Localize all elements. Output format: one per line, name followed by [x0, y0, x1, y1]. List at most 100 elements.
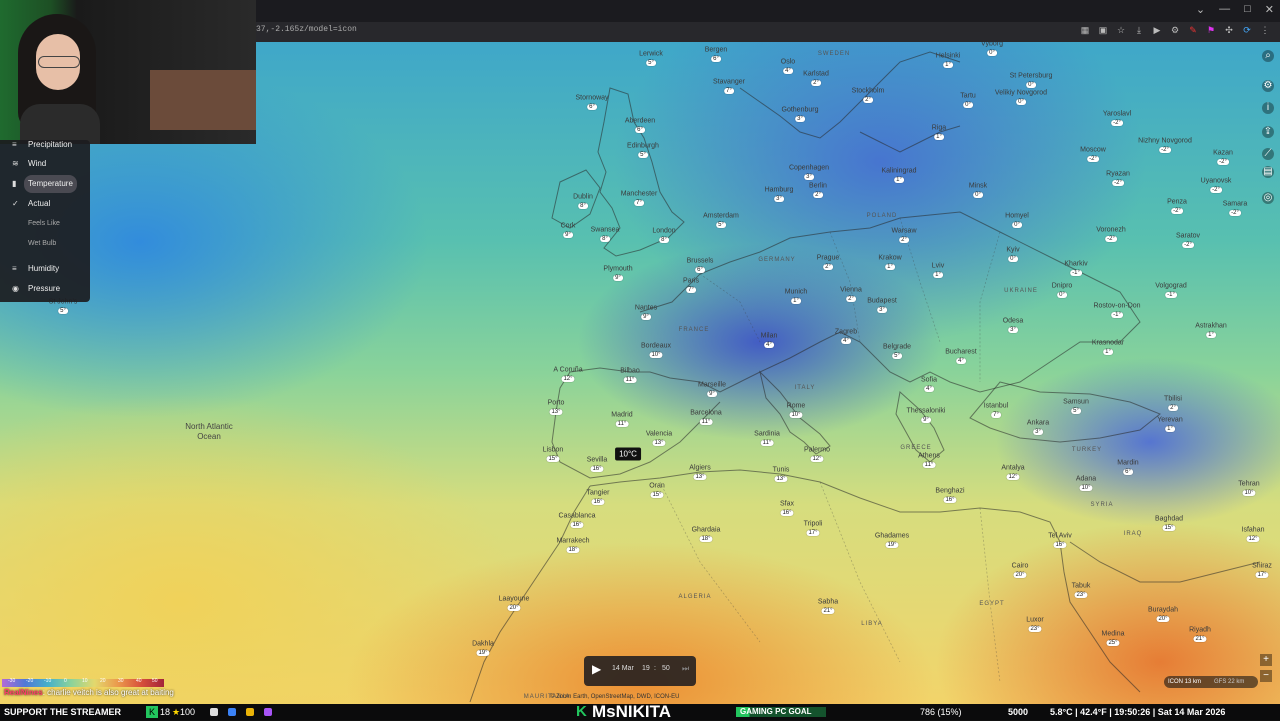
city-label[interactable]: Laayoune	[499, 596, 530, 603]
city-temperature-badge[interactable]: 0°	[1026, 82, 1036, 88]
city-label[interactable]: Ghardaia	[692, 527, 721, 534]
city-temperature-badge[interactable]: 6°	[587, 104, 597, 110]
city-label[interactable]: Belgrade	[883, 344, 911, 351]
city-temperature-badge[interactable]: 1°	[943, 62, 953, 68]
city-temperature-badge[interactable]: 0°	[1008, 256, 1018, 262]
city-label[interactable]: Porto	[548, 400, 565, 407]
city-temperature-badge[interactable]: 6°	[635, 127, 645, 133]
folder-icon[interactable]	[246, 708, 254, 716]
minimize-button[interactable]: —	[1219, 3, 1230, 16]
city-label[interactable]: Bilbao	[620, 368, 639, 375]
city-label[interactable]: Benghazi	[935, 488, 964, 495]
city-label[interactable]: Homyel	[1005, 213, 1029, 220]
city-label[interactable]: Odesa	[1003, 318, 1024, 325]
city-label[interactable]: Ghadames	[875, 533, 909, 540]
city-label[interactable]: Swansea	[591, 227, 620, 234]
city-temperature-badge[interactable]: 13°	[693, 474, 707, 480]
city-temperature-badge[interactable]: 15°	[650, 492, 664, 498]
city-label[interactable]: Cairo	[1012, 563, 1029, 570]
city-temperature-badge[interactable]: 5°	[716, 222, 726, 228]
city-label[interactable]: Zagreb	[835, 329, 857, 336]
city-temperature-badge[interactable]: 16°	[943, 497, 957, 503]
city-label[interactable]: Lerwick	[639, 51, 663, 58]
city-temperature-badge[interactable]: 11°	[699, 419, 713, 425]
city-temperature-badge[interactable]: -2°	[1112, 180, 1124, 186]
city-label[interactable]: Tel Aviv	[1048, 533, 1072, 540]
city-label[interactable]: Astrakhan	[1195, 323, 1227, 330]
city-temperature-badge[interactable]: 2°	[846, 296, 856, 302]
url-text[interactable]: 37,-2.165z/model=icon	[256, 25, 357, 34]
city-label[interactable]: Yerevan	[1157, 417, 1182, 424]
layer-humidity[interactable]: ≡ Humidity	[0, 260, 90, 278]
city-temperature-badge[interactable]: -2°	[1171, 208, 1183, 214]
city-label[interactable]: Riga	[932, 125, 946, 132]
city-label[interactable]: Oslo	[781, 59, 795, 66]
city-label[interactable]: Kyiv	[1006, 247, 1019, 254]
city-label[interactable]: Tunis	[773, 467, 790, 474]
city-label[interactable]: Helsinki	[936, 53, 961, 60]
city-temperature-badge[interactable]: 13°	[549, 409, 563, 415]
city-label[interactable]: Tangier	[587, 490, 610, 497]
city-label[interactable]: Dakhla	[472, 641, 494, 648]
city-label[interactable]: Budapest	[867, 298, 897, 305]
city-label[interactable]: Sardinia	[754, 431, 780, 438]
city-label[interactable]: Marrakech	[556, 538, 589, 545]
city-temperature-badge[interactable]: 8°	[600, 236, 610, 242]
city-temperature-badge[interactable]: 3°	[877, 307, 887, 313]
download-icon[interactable]: ⤓	[1134, 25, 1144, 36]
city-label[interactable]: Nantes	[635, 305, 657, 312]
city-temperature-badge[interactable]: 1°	[791, 298, 801, 304]
city-temperature-badge[interactable]: 9°	[921, 417, 931, 423]
city-label[interactable]: Voronezh	[1096, 227, 1126, 234]
city-label[interactable]: Samara	[1223, 201, 1248, 208]
city-label[interactable]: Luxor	[1026, 617, 1044, 624]
city-label[interactable]: Madrid	[611, 412, 632, 419]
city-label[interactable]: Edinburgh	[627, 143, 659, 150]
city-temperature-badge[interactable]: 6°	[1123, 469, 1133, 475]
city-label[interactable]: Tabuk	[1072, 583, 1091, 590]
city-temperature-badge[interactable]: 13°	[652, 440, 666, 446]
settings-icon[interactable]: ⚙	[1262, 80, 1274, 92]
zoom-out-button[interactable]: −	[1260, 670, 1272, 682]
city-temperature-badge[interactable]: 2°	[811, 80, 821, 86]
city-temperature-badge[interactable]: -2°	[1105, 236, 1117, 242]
layer-precipitation[interactable]: ≡ Precipitation	[0, 136, 90, 154]
city-temperature-badge[interactable]: 2°	[823, 264, 833, 270]
city-label[interactable]: Athens	[918, 453, 940, 460]
edge-icon[interactable]	[228, 708, 236, 716]
city-temperature-badge[interactable]: 0°	[1016, 99, 1026, 105]
city-label[interactable]: Nizhny Novgorod	[1138, 138, 1192, 145]
city-temperature-badge[interactable]: 8°	[578, 203, 588, 209]
city-label[interactable]: Krasnodar	[1092, 340, 1124, 347]
city-temperature-badge[interactable]: 19°	[476, 650, 490, 656]
zoom-in-button[interactable]: +	[1260, 654, 1272, 666]
model-secondary[interactable]: GFS 22 km	[1214, 676, 1244, 688]
city-label[interactable]: Medina	[1102, 631, 1125, 638]
city-label[interactable]: Algiers	[689, 465, 710, 472]
city-label[interactable]: Tartu	[960, 93, 976, 100]
layer-temperature-actual[interactable]: ✓ Actual	[0, 195, 90, 213]
timeline-hour[interactable]: 19	[642, 665, 650, 672]
city-temperature-badge[interactable]: 3°	[804, 174, 814, 180]
city-temperature-badge[interactable]: 5°	[892, 353, 902, 359]
city-label[interactable]: Rome	[787, 403, 806, 410]
windows-icon[interactable]	[210, 708, 218, 716]
play-icon[interactable]: ▶	[1152, 25, 1162, 36]
city-label[interactable]: Karlstad	[803, 71, 829, 78]
city-label[interactable]: Volgograd	[1155, 283, 1187, 290]
layer-temperature-feels-like[interactable]: Feels Like	[0, 215, 90, 233]
city-temperature-badge[interactable]: 1°	[933, 272, 943, 278]
city-label[interactable]: Warsaw	[891, 228, 916, 235]
city-label[interactable]: Kharkiv	[1064, 261, 1087, 268]
city-temperature-badge[interactable]: 18°	[566, 547, 580, 553]
city-label[interactable]: Tehran	[1238, 481, 1259, 488]
city-temperature-badge[interactable]: 4°	[783, 68, 793, 74]
camera-icon[interactable]: ▣	[1098, 25, 1108, 36]
city-label[interactable]: Vienna	[840, 287, 862, 294]
city-label[interactable]: Sofia	[921, 377, 937, 384]
timeline-minute[interactable]: 50	[662, 665, 670, 672]
city-temperature-badge[interactable]: 23°	[1028, 626, 1042, 632]
city-temperature-badge[interactable]: 0°	[987, 50, 997, 56]
city-label[interactable]: Antalya	[1001, 465, 1024, 472]
city-temperature-badge[interactable]: -2°	[1210, 187, 1222, 193]
